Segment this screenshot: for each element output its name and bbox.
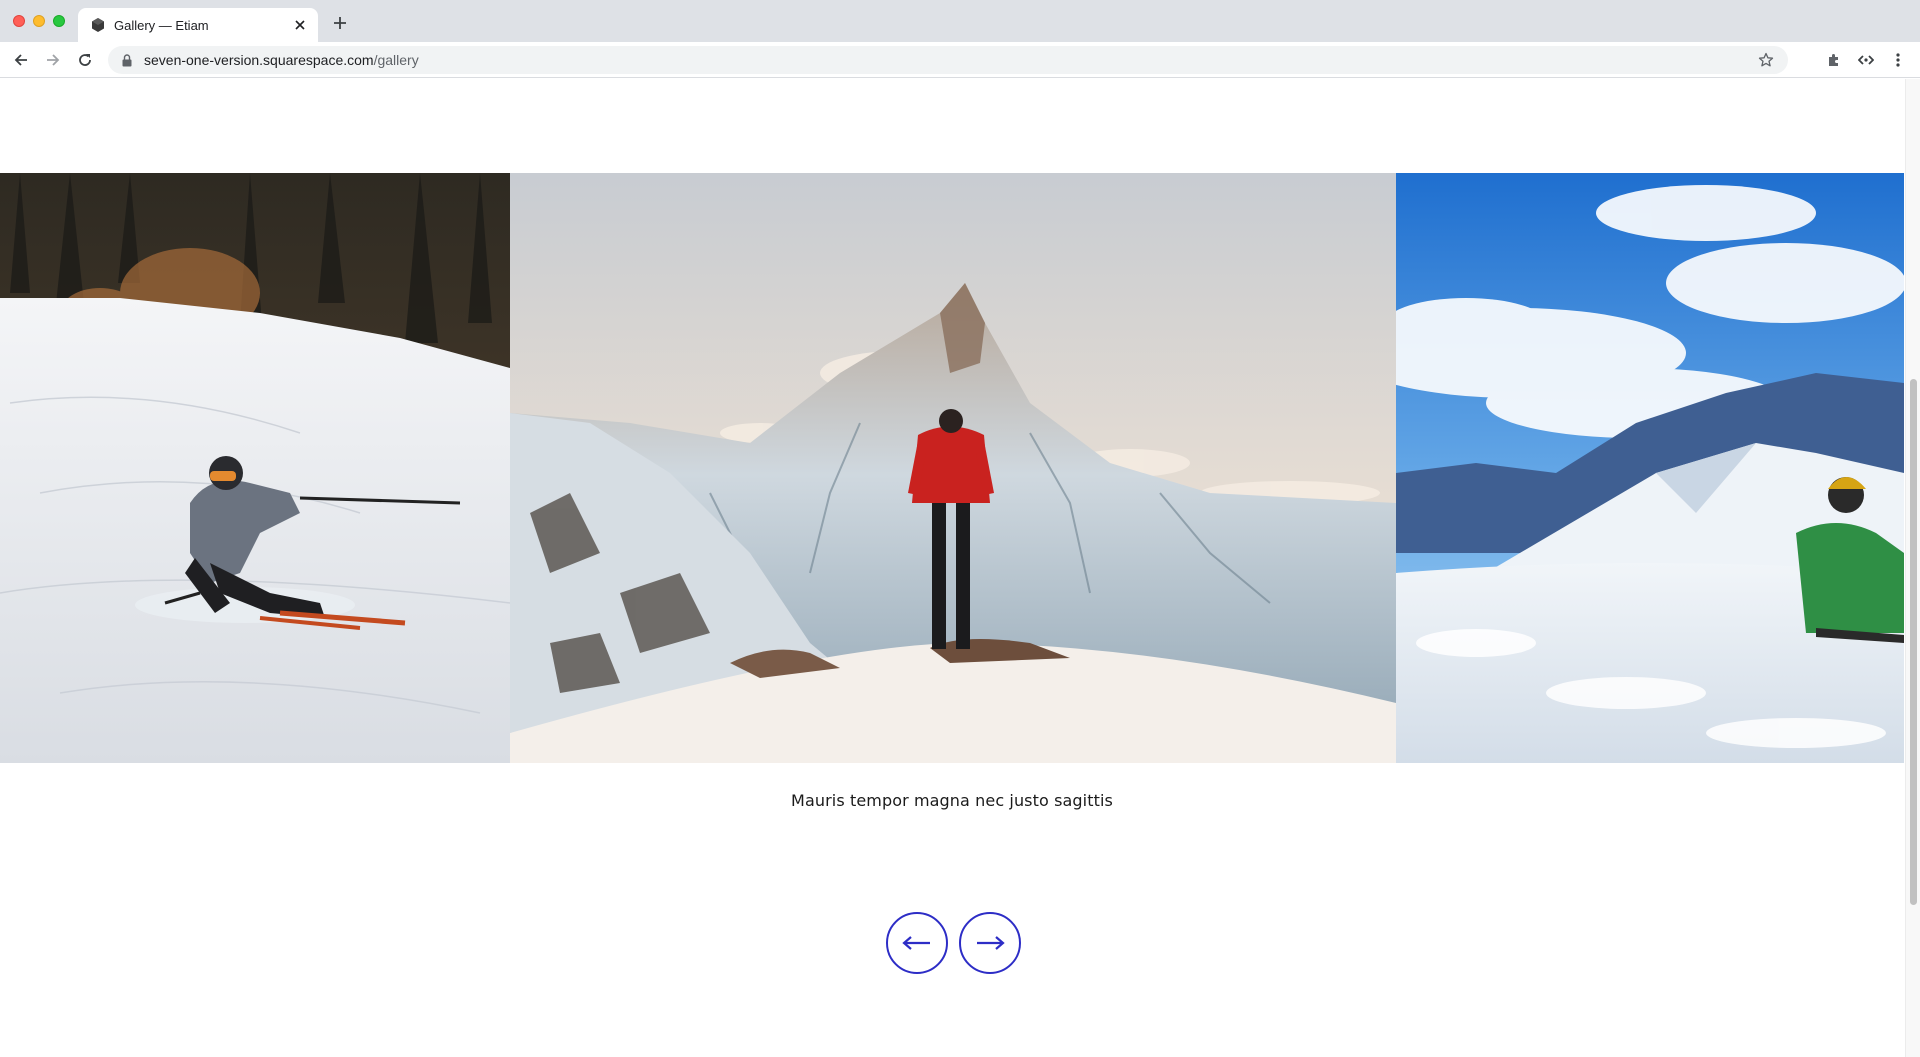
- slideshow-controls: [886, 912, 1021, 974]
- forward-arrow-icon[interactable]: [41, 48, 65, 72]
- extension-code-icon[interactable]: [1854, 48, 1878, 72]
- reload-icon[interactable]: [73, 48, 97, 72]
- arrow-right-icon: [977, 936, 1005, 950]
- gallery-slide-snowboarder[interactable]: [1396, 173, 1904, 763]
- page-content: Mauris tempor magna nec justo sagittis: [0, 79, 1904, 1057]
- extensions-puzzle-icon[interactable]: [1822, 48, 1846, 72]
- address-bar[interactable]: seven-one-version.squarespace.com/galler…: [108, 46, 1788, 74]
- window-maximize-button[interactable]: [53, 15, 65, 27]
- url-path: /gallery: [373, 52, 419, 68]
- url-text: seven-one-version.squarespace.com/galler…: [144, 52, 419, 68]
- slide-caption: Mauris tempor magna nec justo sagittis: [791, 791, 1113, 810]
- back-arrow-icon[interactable]: [9, 48, 33, 72]
- page-scrollbar[interactable]: [1905, 79, 1920, 1057]
- next-slide-button[interactable]: [959, 912, 1021, 974]
- previous-slide-button[interactable]: [886, 912, 948, 974]
- browser-tab-active[interactable]: Gallery — Etiam: [78, 8, 318, 42]
- browser-tab-bar: Gallery — Etiam: [0, 0, 1920, 42]
- scrollbar-thumb[interactable]: [1910, 379, 1917, 905]
- window-minimize-button[interactable]: [33, 15, 45, 27]
- squarespace-favicon-icon: [90, 17, 106, 33]
- tab-close-icon[interactable]: [292, 17, 308, 33]
- kebab-menu-icon[interactable]: [1886, 48, 1910, 72]
- lock-icon: [120, 53, 134, 67]
- browser-toolbar: seven-one-version.squarespace.com/galler…: [0, 42, 1920, 78]
- window-close-button[interactable]: [13, 15, 25, 27]
- gallery-slide-matterhorn[interactable]: [510, 173, 1396, 763]
- url-domain: seven-one-version.squarespace.com: [144, 52, 374, 68]
- gallery-slide-skier[interactable]: [0, 173, 510, 763]
- tab-title: Gallery — Etiam: [114, 17, 209, 33]
- bookmark-star-icon[interactable]: [1756, 50, 1776, 70]
- gallery-slideshow: [0, 173, 1904, 763]
- new-tab-icon[interactable]: [330, 13, 350, 33]
- arrow-left-icon: [902, 936, 930, 950]
